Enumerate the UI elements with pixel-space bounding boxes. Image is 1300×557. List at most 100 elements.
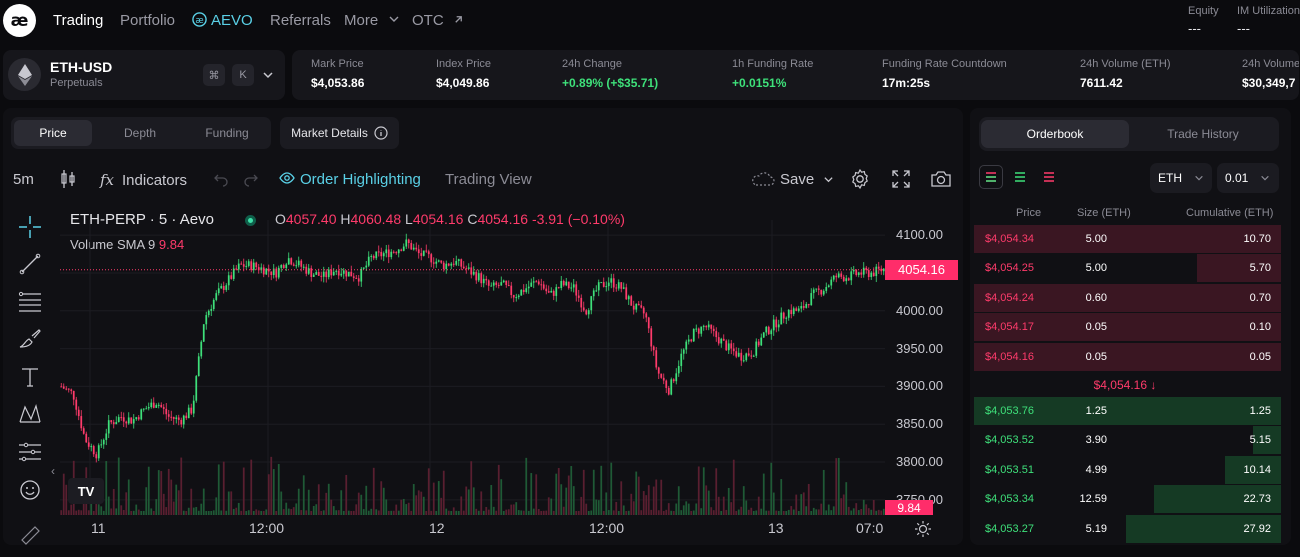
tab-funding[interactable]: Funding (188, 120, 266, 146)
view-bids-icon[interactable] (1008, 165, 1032, 189)
volume-bar (607, 510, 610, 515)
candle-up (205, 311, 208, 330)
ask-row[interactable]: $4,054.25 5.00 5.70 (970, 254, 1291, 283)
ruler-tool-icon[interactable] (17, 522, 43, 545)
interval-selector[interactable]: 5m (13, 171, 34, 188)
chevron-down-icon[interactable] (262, 69, 274, 81)
candle-up (875, 263, 878, 283)
volume-bar (80, 510, 83, 515)
candle-down (690, 338, 693, 343)
volume-bar (302, 475, 305, 515)
funding-rate-label: 1h Funding Rate (732, 58, 814, 70)
tradingview-logo[interactable]: TV (68, 478, 104, 504)
nav-portfolio[interactable]: Portfolio (120, 12, 175, 29)
candle-up (555, 284, 558, 302)
emoji-tool-icon[interactable] (17, 477, 43, 503)
text-tool-icon[interactable] (17, 364, 43, 390)
candle-up (627, 294, 630, 305)
chevron-down-icon[interactable] (823, 174, 834, 185)
volume-bar (522, 510, 525, 515)
volume-bar (575, 510, 578, 515)
candle-down (430, 252, 433, 268)
nav-more[interactable]: More (344, 12, 400, 29)
brush-tool-icon[interactable] (17, 326, 43, 352)
nav-aevo[interactable]: æ AEVO (192, 12, 253, 29)
redo-icon[interactable] (243, 171, 259, 187)
tick-size-select[interactable]: 0.01 (1217, 163, 1279, 193)
save-button[interactable]: Save (750, 171, 814, 188)
measure-tool-icon[interactable] (17, 439, 43, 465)
sun-settings-icon[interactable] (914, 520, 932, 538)
pattern-tool-icon[interactable] (17, 401, 43, 427)
candle-down (552, 289, 555, 301)
candle-up (525, 283, 528, 294)
orderbook-cum: 0.05 (1249, 350, 1271, 363)
tab-orderbook[interactable]: Orderbook (981, 120, 1129, 148)
volume-bar (135, 504, 138, 515)
candle-up (422, 250, 425, 257)
bid-row[interactable]: $4,053.27 5.19 27.92 (970, 514, 1291, 544)
candle-up (590, 295, 593, 315)
volume-bar (380, 481, 383, 515)
nav-otc[interactable]: OTC (412, 12, 464, 29)
ask-row[interactable]: $4,054.17 0.05 0.10 (970, 313, 1291, 342)
tab-depth[interactable]: Depth (101, 120, 179, 146)
collapse-arrow-icon[interactable]: ‹ (51, 464, 55, 478)
volume-bar (480, 491, 483, 515)
volume-bar (650, 509, 653, 515)
bid-row[interactable]: $4,053.76 1.25 1.25 (970, 397, 1291, 426)
24h-volume-value: $30,349,7 (1242, 76, 1296, 90)
candle-down (717, 332, 720, 346)
candle-up (700, 326, 703, 337)
tab-trade-history[interactable]: Trade History (1129, 120, 1277, 148)
candle-down (790, 304, 793, 319)
ask-row[interactable]: $4,054.24 0.60 0.70 (970, 283, 1291, 313)
volume-bar (455, 510, 458, 515)
cloud-icon (752, 172, 775, 186)
camera-icon[interactable] (930, 169, 952, 189)
order-highlighting-button[interactable]: Order Highlighting (279, 171, 421, 188)
candle-up (105, 428, 108, 446)
volume-bar (62, 473, 65, 515)
ask-row[interactable]: $4,054.16 0.05 0.05 (970, 342, 1291, 372)
volume-bar (352, 510, 355, 515)
orderbook-tabs: Orderbook Trade History (979, 117, 1279, 151)
crosshair-tool-icon[interactable] (17, 214, 43, 240)
fib-tool-icon[interactable] (17, 289, 43, 315)
candle-up (455, 255, 458, 267)
asset-select[interactable]: ETH (1150, 163, 1212, 193)
volume-bar (290, 509, 293, 515)
trading-view-button[interactable]: Trading View (445, 171, 532, 188)
undo-icon[interactable] (213, 171, 229, 187)
indicators-button[interactable]: fx Indicators (100, 171, 187, 189)
candle-down (130, 417, 133, 424)
price-chart[interactable] (60, 220, 885, 515)
volume-bar (77, 509, 80, 515)
volume-bar (702, 467, 705, 515)
instrument-selector[interactable]: ETH-USD Perpetuals ⌘ K (3, 50, 285, 100)
candle-down (60, 383, 63, 388)
volume-bar (632, 501, 635, 515)
tab-price[interactable]: Price (14, 120, 92, 146)
volume-bar (667, 503, 670, 515)
candle-up (100, 439, 103, 448)
volume-bar (502, 510, 505, 515)
gear-icon[interactable] (849, 168, 871, 190)
volume-bar (757, 496, 760, 515)
trend-line-tool-icon[interactable] (17, 251, 43, 277)
volume-bar (750, 507, 753, 515)
candle-type-icon[interactable] (60, 169, 76, 189)
ask-row[interactable]: $4,054.34 5.00 10.70 (970, 225, 1291, 254)
candle-up (760, 333, 763, 347)
bid-row[interactable]: $4,053.34 12.59 22.73 (970, 485, 1291, 514)
aevo-logo[interactable]: æ (3, 4, 36, 37)
market-details-button[interactable]: Market Details (280, 117, 399, 149)
nav-trading[interactable]: Trading (53, 12, 103, 29)
view-both-icon[interactable] (979, 165, 1003, 189)
view-asks-icon[interactable] (1037, 165, 1061, 189)
bid-row[interactable]: $4,053.52 3.90 5.15 (970, 426, 1291, 455)
fullscreen-icon[interactable] (891, 169, 911, 189)
nav-referrals[interactable]: Referrals (270, 12, 331, 29)
bid-row[interactable]: $4,053.51 4.99 10.14 (970, 455, 1291, 485)
candle-up (467, 263, 470, 270)
